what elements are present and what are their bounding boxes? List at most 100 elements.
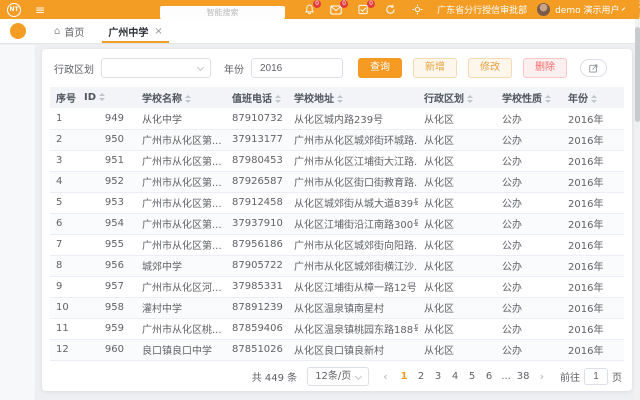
page-ellipsis: ... <box>501 370 511 382</box>
tab-home[interactable]: ⌂ 首页 <box>42 19 96 43</box>
fullscreen-target-icon[interactable] <box>411 4 423 16</box>
table-header-row: 序号 ID 学校名称 值班电话 学校地址 行政区划 学校性质 年份 <box>50 87 624 108</box>
table-cell: 87859406 <box>226 318 288 340</box>
page-button[interactable]: 5 <box>464 368 481 386</box>
search-input[interactable] <box>160 6 286 19</box>
table-row[interactable]: 10 958 灌村中学 87891239 从化区温泉镇南星村 从化区 公办 2016年 <box>50 297 624 319</box>
chevron-down-icon <box>196 63 205 72</box>
page-button[interactable]: 4 <box>447 368 464 386</box>
window-scrollbar[interactable] <box>635 19 640 400</box>
year-input[interactable] <box>251 58 343 78</box>
table-cell: 2016年 <box>562 171 624 193</box>
table-cell: 从化区 <box>418 108 496 130</box>
query-button[interactable]: 查询 <box>358 58 402 78</box>
table-row[interactable]: 7 955 广州市从化区第... 87956186 广州市从化区城郊街向阳路... 从化区… <box>50 234 624 256</box>
column-header[interactable]: 学校名称 <box>136 87 226 108</box>
schools-table: 序号 ID 学校名称 值班电话 学校地址 行政区划 学校性质 年份 1 949 从化中学 87910… <box>50 87 624 361</box>
page-button[interactable]: 2 <box>413 368 430 386</box>
page-button[interactable]: 1 <box>396 368 413 386</box>
table-row[interactable]: 5 953 广州市从化区第... 87912458 从化区城郊街从城大道839号 从化区公… <box>50 192 624 214</box>
table-cell: 公办 <box>496 192 562 214</box>
column-header-label: 学校性质 <box>502 94 542 105</box>
table-cell: 广州市从化区第... <box>136 129 226 151</box>
table-cell: 4 <box>50 171 78 193</box>
notification-bell-icon[interactable]: 0 <box>303 0 322 16</box>
table-row[interactable]: 3 951 广州市从化区第... 87980453 广州市从化区江埔街大江路... 从化区… <box>50 150 624 172</box>
messages-mail-icon[interactable]: 0 <box>330 0 349 16</box>
table-cell: 7 <box>50 234 78 256</box>
table-cell: 2016年 <box>562 318 624 340</box>
quick-menu-button[interactable] <box>10 23 26 39</box>
user-menu-chevron-icon[interactable] <box>622 6 626 11</box>
delete-button[interactable]: 删除 <box>523 58 567 78</box>
department-name: 广东省分行授信审批部 <box>437 6 528 16</box>
table-row[interactable]: 12 960 良口镇良口中学 87851026 从化区良口镇良新村 从化区 公办 2016年 <box>50 339 624 361</box>
sort-icon[interactable] <box>275 95 281 103</box>
column-header-label: 年份 <box>568 94 588 105</box>
table-row[interactable]: 9 957 广州市从化区河... 37985331 从化区江埔街从樟一路12号 从化区 公办… <box>50 276 624 298</box>
column-header[interactable]: 学校地址 <box>288 87 418 108</box>
user-avatar[interactable] <box>537 3 551 16</box>
column-header-label: 学校名称 <box>142 94 182 105</box>
page-size-select[interactable]: 12条/页 <box>307 367 370 386</box>
table-cell: 87851026 <box>226 339 288 361</box>
table-cell: 广州市从化区第... <box>136 234 226 256</box>
column-header[interactable]: 行政区划 <box>418 87 496 108</box>
topbar-icons: 0 0 0 <box>303 0 423 16</box>
sort-icon[interactable] <box>185 95 191 103</box>
table-cell: 广州市从化区桃... <box>136 318 226 340</box>
table-cell: 950 <box>78 129 136 151</box>
scrollbar-thumb[interactable] <box>635 27 640 122</box>
table-row[interactable]: 4 952 广州市从化区第... 87926587 广州市从化区街口街教育路... 从化区… <box>50 171 624 193</box>
column-header[interactable]: 年份 <box>562 87 624 108</box>
tasks-icon[interactable]: 0 <box>357 0 376 16</box>
table-cell: 从化区 <box>418 339 496 361</box>
tab-home-label: 首页 <box>64 27 85 39</box>
table-row[interactable]: 11 959 广州市从化区桃... 87859406 从化区温泉镇桃园东路188号 从化区… <box>50 318 624 340</box>
table-cell: 9 <box>50 276 78 298</box>
topbar: NT ≡ 0 0 0 广东省分行授信审批部 demo 演示用户 退出 <box>0 0 640 23</box>
sort-icon[interactable] <box>99 93 106 101</box>
column-header[interactable]: 学校性质 <box>496 87 562 108</box>
table-cell: 从化区城内路239号 <box>288 108 418 130</box>
table-cell: 37985331 <box>226 276 288 298</box>
table-row[interactable]: 6 954 广州市从化区第... 37937910 从化区江埔街沿江南路300号 从化区公… <box>50 213 624 235</box>
table-cell: 2016年 <box>562 255 624 277</box>
page-button[interactable]: 6 <box>481 368 498 386</box>
table-cell: 从化区 <box>418 192 496 214</box>
table-cell: 公办 <box>496 213 562 235</box>
table-row[interactable]: 1 949 从化中学 87910732 从化区城内路239号 从化区 公办 2016年 <box>50 108 624 130</box>
tab-close-icon[interactable]: × <box>154 26 162 37</box>
hamburger-menu-icon[interactable]: ≡ <box>35 4 45 16</box>
column-header-label: 学校地址 <box>294 94 334 105</box>
tab-guangzhou-school[interactable]: 广州中学 × <box>96 19 174 43</box>
table-cell: 广州市从化区城郊街向阳路... <box>288 234 418 256</box>
table-cell: 广州市从化区街口街教育路... <box>288 171 418 193</box>
sort-icon[interactable] <box>467 95 473 103</box>
column-header[interactable]: 值班电话 <box>226 87 288 108</box>
table-cell: 公办 <box>496 150 562 172</box>
page-button[interactable]: 3 <box>430 368 447 386</box>
next-page-button[interactable]: › <box>537 370 547 383</box>
refresh-icon[interactable] <box>384 4 396 16</box>
column-header[interactable]: ID <box>78 87 136 108</box>
sort-icon[interactable] <box>545 95 551 103</box>
table-cell: 从化区 <box>418 129 496 151</box>
edit-button[interactable]: 修改 <box>468 58 512 78</box>
sort-icon[interactable] <box>337 95 343 103</box>
notification-badge: 0 <box>313 0 322 8</box>
page-button[interactable]: 38 <box>515 368 532 386</box>
table-cell: 949 <box>78 108 136 130</box>
add-button[interactable]: 新增 <box>413 58 457 78</box>
user-name[interactable]: demo 演示用户 <box>555 3 619 16</box>
table-row[interactable]: 2 950 广州市从化区第... 37913177 广州市从化区城郊街环城路... 从化区… <box>50 129 624 151</box>
sort-icon[interactable] <box>591 95 597 103</box>
table-row[interactable]: 8 956 城郊中学 87905722 广州市从化区城郊街横江沙... 从化区 公办 2016… <box>50 255 624 277</box>
export-button[interactable] <box>580 59 607 77</box>
prev-page-button[interactable]: ‹ <box>380 370 390 383</box>
region-select[interactable] <box>101 58 211 78</box>
table-cell: 87956186 <box>226 234 288 256</box>
goto-page-input[interactable] <box>584 368 608 385</box>
table-cell: 958 <box>78 297 136 319</box>
table-cell: 良口镇良口中学 <box>136 339 226 361</box>
